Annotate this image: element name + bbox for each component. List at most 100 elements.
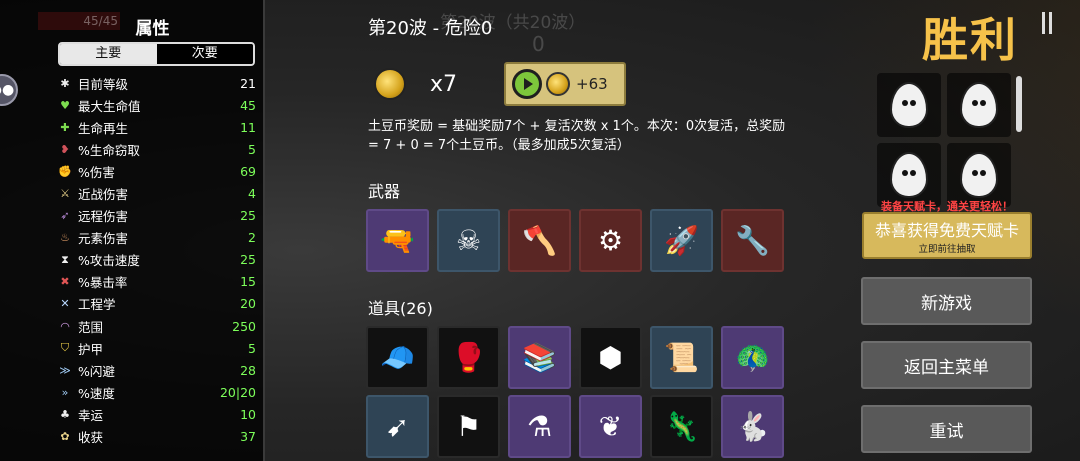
stat-row[interactable]: ✖ %暴击率 15 — [58, 271, 256, 293]
weapon-axe-gun-icon[interactable]: 🪓 — [508, 209, 571, 272]
stat-value: 69 — [240, 163, 256, 179]
regen-icon: ✚ — [60, 120, 70, 134]
stat-row[interactable]: ⚔ 近战伤害 4 — [58, 182, 256, 204]
character-slot-2[interactable] — [947, 73, 1011, 137]
elemental-icon: ♨ — [60, 231, 70, 245]
stat-row[interactable]: ◠ 范围 250 — [58, 315, 256, 337]
ranged-icon: ➶ — [60, 209, 70, 223]
item-books-icon[interactable]: 📚 — [508, 326, 571, 389]
stat-row[interactable]: ✊ %伤害 69 — [58, 160, 256, 182]
item-lizard-icon[interactable]: 🦎 — [650, 395, 713, 458]
new-game-button[interactable]: 新游戏 — [861, 277, 1032, 325]
weapon-yellow-gun-icon[interactable]: 🔫 — [366, 209, 429, 272]
range-icon: ◠ — [60, 319, 70, 333]
stat-row[interactable]: ✚ 生命再生 11 — [58, 116, 256, 138]
stat-row[interactable]: » %速度 20|20 — [58, 381, 256, 403]
egg-character-icon — [960, 152, 998, 198]
stat-row[interactable]: ❥ %生命窃取 5 — [58, 138, 256, 160]
dodge-icon: ≫ — [59, 363, 71, 377]
stat-label: 目前等级 — [78, 76, 129, 92]
item-wings-icon[interactable]: ❦ — [579, 395, 642, 458]
stat-value: 5 — [248, 141, 256, 157]
weapon-nail-gun-icon[interactable]: 🔧 — [721, 209, 784, 272]
egg-character-icon — [890, 152, 928, 198]
character-slot-1[interactable] — [877, 73, 941, 137]
item-peacock-icon[interactable]: 🦚 — [721, 326, 784, 389]
item-boxing-glove-icon[interactable]: 🥊 — [437, 326, 500, 389]
stat-row[interactable]: ♥ 最大生命值 45 — [58, 94, 256, 116]
stat-row[interactable]: ≫ %闪避 28 — [58, 359, 256, 381]
play-icon — [512, 69, 542, 99]
stats-panel: 45/45 属性 主要 次要 ✱ 目前等级 21 ♥ 最大生命值 45 ✚ 生命再生 11 ❥ %生… — [0, 0, 265, 461]
wave-title: 第20波 - 危险0 — [368, 18, 493, 39]
talent-sub-label: 立即前往抽取 — [918, 244, 976, 255]
item-rabbit-icon[interactable]: 🐇 — [721, 395, 784, 458]
item-propeller-hat-icon[interactable]: 🧢 — [366, 326, 429, 389]
egg-character-icon — [960, 82, 998, 128]
items-title: 道具(26) — [368, 299, 433, 318]
egg-character-icon — [890, 82, 928, 128]
stat-row[interactable]: ⧗ %攻击速度 25 — [58, 249, 256, 271]
free-talent-card-button[interactable]: 恭喜获得免费天赋卡 立即前往抽取 — [862, 212, 1032, 259]
stat-label: 范围 — [78, 319, 104, 335]
item-white-flag-icon[interactable]: ⚑ — [437, 395, 500, 458]
stat-value: 25 — [240, 208, 256, 224]
stat-label: 幸运 — [78, 407, 104, 423]
watch-ad-reward-button[interactable]: +63 — [504, 62, 626, 106]
stat-label: %闪避 — [78, 363, 115, 379]
weapon-rocket-launcher-icon[interactable]: 🚀 — [650, 209, 713, 272]
weapon-minigun-icon[interactable]: ⚙ — [579, 209, 642, 272]
main-menu-button[interactable]: 返回主菜单 — [861, 341, 1032, 389]
attack-speed-icon: ⧗ — [61, 252, 69, 266]
retry-button[interactable]: 重试 — [861, 405, 1032, 453]
items-row-2: ➹ ⚑ ⚗ ❦ 🦎 🐇 — [366, 395, 784, 458]
weapons-row: 🔫 ☠ 🪓 ⚙ 🚀 🔧 — [366, 209, 784, 272]
tab-secondary[interactable]: 次要 — [156, 44, 253, 64]
stat-label: %伤害 — [78, 164, 115, 180]
stat-label: 生命再生 — [78, 120, 129, 136]
stat-label: 护甲 — [78, 341, 104, 357]
character-scrollbar[interactable] — [1016, 76, 1022, 132]
coin-count: x7 — [430, 72, 458, 97]
stat-value: 4 — [248, 186, 256, 202]
stat-row[interactable]: ♨ 元素伤害 2 — [58, 227, 256, 249]
stat-value: 20|20 — [219, 384, 256, 400]
reward-amount: +63 — [576, 75, 608, 93]
stat-row[interactable]: ✱ 目前等级 21 — [58, 72, 256, 94]
stat-value: 28 — [240, 362, 256, 378]
tab-primary[interactable]: 主要 — [60, 44, 157, 64]
stat-label: 最大生命值 — [78, 98, 141, 114]
speed-icon: » — [61, 385, 69, 399]
items-row-1: 🧢 🥊 📚 ⬢ 📜 🦚 — [366, 326, 784, 389]
luck-icon: ♣ — [60, 407, 70, 421]
harvest-icon: ✿ — [60, 430, 70, 444]
stat-row[interactable]: ➶ 远程伤害 25 — [58, 205, 256, 227]
armor-icon: ⛉ — [60, 341, 70, 355]
damage-icon: ✊ — [58, 164, 72, 178]
pause-icon[interactable] — [1042, 12, 1052, 34]
stat-row[interactable]: ✿ 收获 37 — [58, 426, 256, 448]
stat-value: 11 — [240, 119, 256, 135]
wave-ghost-number: 0 — [532, 32, 545, 56]
stat-value: 37 — [240, 429, 256, 445]
heart-icon: ♥ — [60, 98, 70, 112]
stat-value: 45 — [240, 97, 256, 113]
reward-description: 土豆币奖励 = 基础奖励7个 + 复活次数 x 1个。本次：0次复活，总奖励 =… — [368, 119, 786, 153]
stat-label: %攻击速度 — [78, 253, 140, 269]
stat-label: 收获 — [78, 430, 104, 446]
stat-value: 21 — [240, 75, 256, 91]
stat-value: 10 — [240, 406, 256, 422]
weapon-skull-wand-icon[interactable]: ☠ — [437, 209, 500, 272]
stat-row[interactable]: ✕ 工程学 20 — [58, 293, 256, 315]
stats-title: 属性 — [135, 19, 170, 39]
item-scroll-icon[interactable]: 📜 — [650, 326, 713, 389]
stat-row[interactable]: ⛉ 护甲 5 — [58, 337, 256, 359]
item-claw-icon[interactable]: ➹ — [366, 395, 429, 458]
item-potion-icon[interactable]: ⚗ — [508, 395, 571, 458]
potato-coin-icon — [374, 68, 406, 100]
item-rock-icon[interactable]: ⬢ — [579, 326, 642, 389]
lifesteal-icon: ❥ — [60, 142, 70, 156]
stat-value: 15 — [240, 274, 256, 290]
coin-icon — [546, 72, 570, 96]
stat-row[interactable]: ♣ 幸运 10 — [58, 403, 256, 425]
